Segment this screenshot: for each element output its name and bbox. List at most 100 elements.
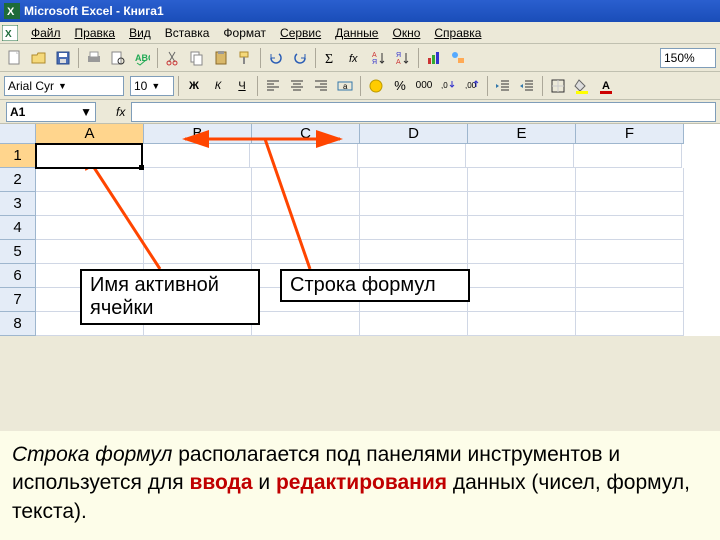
menu-help[interactable]: Справка <box>427 24 488 42</box>
cell[interactable] <box>252 312 360 336</box>
cell[interactable] <box>360 192 468 216</box>
copy-icon[interactable] <box>186 47 208 69</box>
menu-edit[interactable]: Правка <box>68 24 123 42</box>
cell[interactable] <box>252 216 360 240</box>
cell[interactable] <box>468 240 576 264</box>
menu-window[interactable]: Окно <box>385 24 427 42</box>
new-doc-icon[interactable] <box>4 47 26 69</box>
col-header-a[interactable]: A <box>36 124 144 144</box>
row-header-4[interactable]: 4 <box>0 216 36 240</box>
formula-bar-input[interactable] <box>131 102 716 122</box>
zoom-combo[interactable]: 150% <box>660 48 716 68</box>
decrease-decimal-icon[interactable]: ,00 <box>461 75 483 97</box>
cell[interactable] <box>576 312 684 336</box>
menu-file[interactable]: Файл <box>24 24 68 42</box>
cell[interactable] <box>576 216 684 240</box>
col-header-e[interactable]: E <box>468 124 576 144</box>
cell[interactable] <box>468 312 576 336</box>
function-icon[interactable]: fx <box>344 47 366 69</box>
cell[interactable] <box>468 216 576 240</box>
menu-format[interactable]: Формат <box>216 24 273 42</box>
cell[interactable] <box>144 168 252 192</box>
menu-tools[interactable]: Сервис <box>273 24 328 42</box>
cell[interactable] <box>144 240 252 264</box>
paste-icon[interactable] <box>210 47 232 69</box>
chart-icon[interactable] <box>423 47 445 69</box>
sort-asc-icon[interactable]: АЯ <box>368 47 390 69</box>
save-icon[interactable] <box>52 47 74 69</box>
col-header-c[interactable]: C <box>252 124 360 144</box>
cell[interactable] <box>576 192 684 216</box>
bold-button[interactable]: Ж <box>183 75 205 97</box>
autosum-icon[interactable]: Σ <box>320 47 342 69</box>
cell[interactable] <box>142 144 250 168</box>
thousands-icon[interactable]: 000 <box>413 75 435 97</box>
spellcheck-icon[interactable]: ABC <box>131 47 153 69</box>
menu-data[interactable]: Данные <box>328 24 385 42</box>
sort-desc-icon[interactable]: ЯА <box>392 47 414 69</box>
cell[interactable] <box>250 144 358 168</box>
redo-icon[interactable] <box>289 47 311 69</box>
cell[interactable] <box>576 264 684 288</box>
drawing-icon[interactable] <box>447 47 469 69</box>
print-preview-icon[interactable] <box>107 47 129 69</box>
font-name-combo[interactable]: Arial Cyr▼ <box>4 76 124 96</box>
cell[interactable] <box>144 192 252 216</box>
cell[interactable] <box>252 168 360 192</box>
cell[interactable] <box>360 312 468 336</box>
currency-icon[interactable] <box>365 75 387 97</box>
undo-icon[interactable] <box>265 47 287 69</box>
col-header-d[interactable]: D <box>360 124 468 144</box>
row-header-6[interactable]: 6 <box>0 264 36 288</box>
row-header-1[interactable]: 1 <box>0 144 36 168</box>
row-header-7[interactable]: 7 <box>0 288 36 312</box>
print-icon[interactable] <box>83 47 105 69</box>
cell[interactable] <box>36 168 144 192</box>
col-header-b[interactable]: B <box>144 124 252 144</box>
cell[interactable] <box>360 216 468 240</box>
cell[interactable] <box>468 192 576 216</box>
decrease-indent-icon[interactable] <box>492 75 514 97</box>
row-header-8[interactable]: 8 <box>0 312 36 336</box>
borders-icon[interactable] <box>547 75 569 97</box>
fill-color-icon[interactable] <box>571 75 593 97</box>
col-header-f[interactable]: F <box>576 124 684 144</box>
underline-button[interactable]: Ч <box>231 75 253 97</box>
row-header-5[interactable]: 5 <box>0 240 36 264</box>
cell-a1[interactable] <box>35 143 143 169</box>
cell[interactable] <box>36 216 144 240</box>
cell[interactable] <box>576 240 684 264</box>
cell[interactable] <box>468 264 576 288</box>
percent-icon[interactable]: % <box>389 75 411 97</box>
italic-button[interactable]: К <box>207 75 229 97</box>
cell[interactable] <box>360 168 468 192</box>
cell[interactable] <box>576 288 684 312</box>
increase-decimal-icon[interactable]: ,0 <box>437 75 459 97</box>
cell[interactable] <box>466 144 574 168</box>
merge-center-icon[interactable]: a <box>334 75 356 97</box>
name-box[interactable]: A1 ▼ <box>6 102 96 122</box>
cell[interactable] <box>360 240 468 264</box>
open-icon[interactable] <box>28 47 50 69</box>
fx-label[interactable]: fx <box>116 105 125 119</box>
cell[interactable] <box>36 240 144 264</box>
align-center-icon[interactable] <box>286 75 308 97</box>
align-right-icon[interactable] <box>310 75 332 97</box>
cell[interactable] <box>358 144 466 168</box>
cell[interactable] <box>468 168 576 192</box>
cell[interactable] <box>576 168 684 192</box>
cut-icon[interactable] <box>162 47 184 69</box>
cell[interactable] <box>468 288 576 312</box>
select-all-corner[interactable] <box>0 124 36 144</box>
align-left-icon[interactable] <box>262 75 284 97</box>
font-size-combo[interactable]: 10▼ <box>130 76 174 96</box>
format-painter-icon[interactable] <box>234 47 256 69</box>
menu-view[interactable]: Вид <box>122 24 158 42</box>
menu-insert[interactable]: Вставка <box>158 24 217 42</box>
font-color-icon[interactable]: A <box>595 75 617 97</box>
cell[interactable] <box>252 192 360 216</box>
cell[interactable] <box>36 192 144 216</box>
cell[interactable] <box>252 240 360 264</box>
increase-indent-icon[interactable] <box>516 75 538 97</box>
cell[interactable] <box>144 216 252 240</box>
